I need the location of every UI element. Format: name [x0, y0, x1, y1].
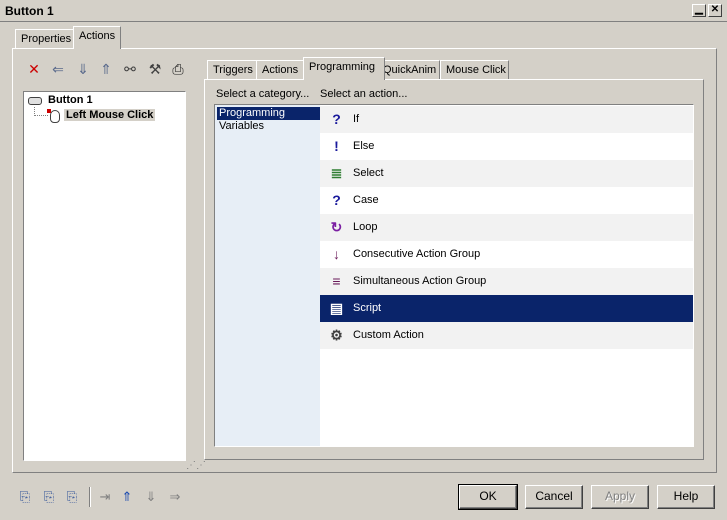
tab-label: Actions [262, 64, 299, 76]
find-icon[interactable]: ⚯ [120, 59, 140, 79]
add-group-icon[interactable]: ⎘ [39, 487, 59, 507]
action-label: Simultaneous Action Group [353, 275, 487, 287]
tab-programming[interactable]: Programming [303, 57, 385, 80]
move-right-icon[interactable]: ⇒ [165, 487, 185, 507]
minimize-button[interactable]: ▁ [692, 4, 706, 17]
consecutive-group-icon: ↓ [333, 246, 340, 262]
apply-button[interactable]: Apply [591, 485, 649, 509]
button-node-icon [28, 97, 42, 105]
move-up-icon[interactable]: ⇑ [117, 487, 137, 507]
select-icon: ≣ [330, 165, 343, 181]
tools-icon[interactable]: ⚒ [145, 59, 165, 79]
resize-grip-icon[interactable]: ⋰⋰ [186, 461, 206, 471]
action-list-area: Programming Variables ? If! Else ≣ Select? Cas… [214, 104, 694, 447]
action-label: Script [353, 302, 382, 314]
cancel-button[interactable]: Cancel [525, 485, 583, 509]
mouse-icon-accent [47, 109, 51, 113]
category-header: Select a category... [216, 88, 310, 100]
add-action-icon[interactable]: ⎘ [15, 487, 35, 507]
action-item-case[interactable]: ? Case [320, 187, 693, 214]
tree-node-root[interactable]: Button 1 [48, 94, 93, 106]
action-label: Else [353, 140, 375, 152]
delete-icon[interactable]: ✕ [24, 59, 44, 79]
loop-icon: ↻ [330, 219, 343, 235]
tab-label: Triggers [213, 64, 253, 76]
tree-connector [34, 107, 48, 116]
action-tree[interactable]: Button 1 Left Mouse Click [23, 91, 186, 461]
tab-actions[interactable]: Actions [256, 60, 310, 80]
action-label: Custom Action [353, 329, 424, 341]
tree-node-left-mouse-click[interactable]: Left Mouse Click [64, 109, 156, 121]
tab-actions[interactable]: Actions [73, 26, 122, 49]
action-label: Consecutive Action Group [353, 248, 481, 260]
tab-label: Actions [79, 30, 116, 42]
action-item-script[interactable]: ▤ Script [320, 295, 693, 322]
action-item-simultaneous-action-group[interactable]: ≡ Simultaneous Action Group [320, 268, 693, 295]
action-item-select[interactable]: ≣ Select [320, 160, 693, 187]
action-header: Select an action... [320, 88, 408, 100]
arrow-left-icon[interactable]: ⇐ [48, 59, 68, 79]
action-item-consecutive-action-group[interactable]: ↓ Consecutive Action Group [320, 241, 693, 268]
category-list[interactable]: Programming Variables [215, 105, 320, 446]
mouse-icon [50, 110, 60, 123]
print-icon[interactable]: ⎙ [168, 59, 188, 79]
move-down-icon[interactable]: ⇓ [141, 487, 161, 507]
simultaneous-group-icon: ≡ [332, 273, 341, 289]
action-item-loop[interactable]: ↻ Loop [320, 214, 693, 241]
exclamation-icon: ! [334, 138, 339, 154]
action-list[interactable]: ? If! Else ≣ Select? Case ↻ Loop ↓ Consecutive Ac… [320, 105, 693, 446]
tab-label: Properties [21, 33, 72, 45]
category-item-variables[interactable]: Variables [217, 120, 320, 133]
tab-quickanim[interactable]: QuickAnim [377, 60, 440, 80]
case-icon: ? [332, 192, 341, 208]
action-item-else[interactable]: ! Else [320, 133, 693, 160]
window-title: Button 1 [5, 4, 54, 18]
action-item-if[interactable]: ? If [320, 106, 693, 133]
toolbar-separator [89, 487, 91, 507]
script-icon: ▤ [329, 300, 344, 316]
action-item-custom-action[interactable]: ⚙ Custom Action [320, 322, 693, 349]
tab-mouse-click[interactable]: Mouse Click [440, 60, 509, 80]
tab-label: QuickAnim [383, 64, 437, 76]
category-item-programming[interactable]: Programming [217, 107, 320, 120]
arrow-up-icon[interactable]: ⇑ [96, 59, 116, 79]
tab-label: Mouse Click [446, 64, 506, 76]
close-button[interactable]: ✕ [708, 4, 722, 17]
custom-action-icon: ⚙ [330, 327, 343, 343]
ok-button[interactable]: OK [458, 484, 518, 510]
add-trigger-icon[interactable]: ⎘ [62, 487, 82, 507]
action-label: Case [353, 194, 379, 206]
indent-icon[interactable]: ⇥ [95, 487, 115, 507]
help-button[interactable]: Help [657, 485, 715, 509]
title-bar: Button 1 ▁ ✕ [0, 0, 727, 22]
action-label: Loop [353, 221, 378, 233]
action-label: If [353, 113, 360, 125]
tab-properties[interactable]: Properties [15, 29, 78, 49]
question-icon: ? [332, 111, 341, 127]
tab-label: Programming [309, 61, 376, 73]
arrow-down-icon[interactable]: ⇓ [73, 59, 93, 79]
action-label: Select [353, 167, 384, 179]
